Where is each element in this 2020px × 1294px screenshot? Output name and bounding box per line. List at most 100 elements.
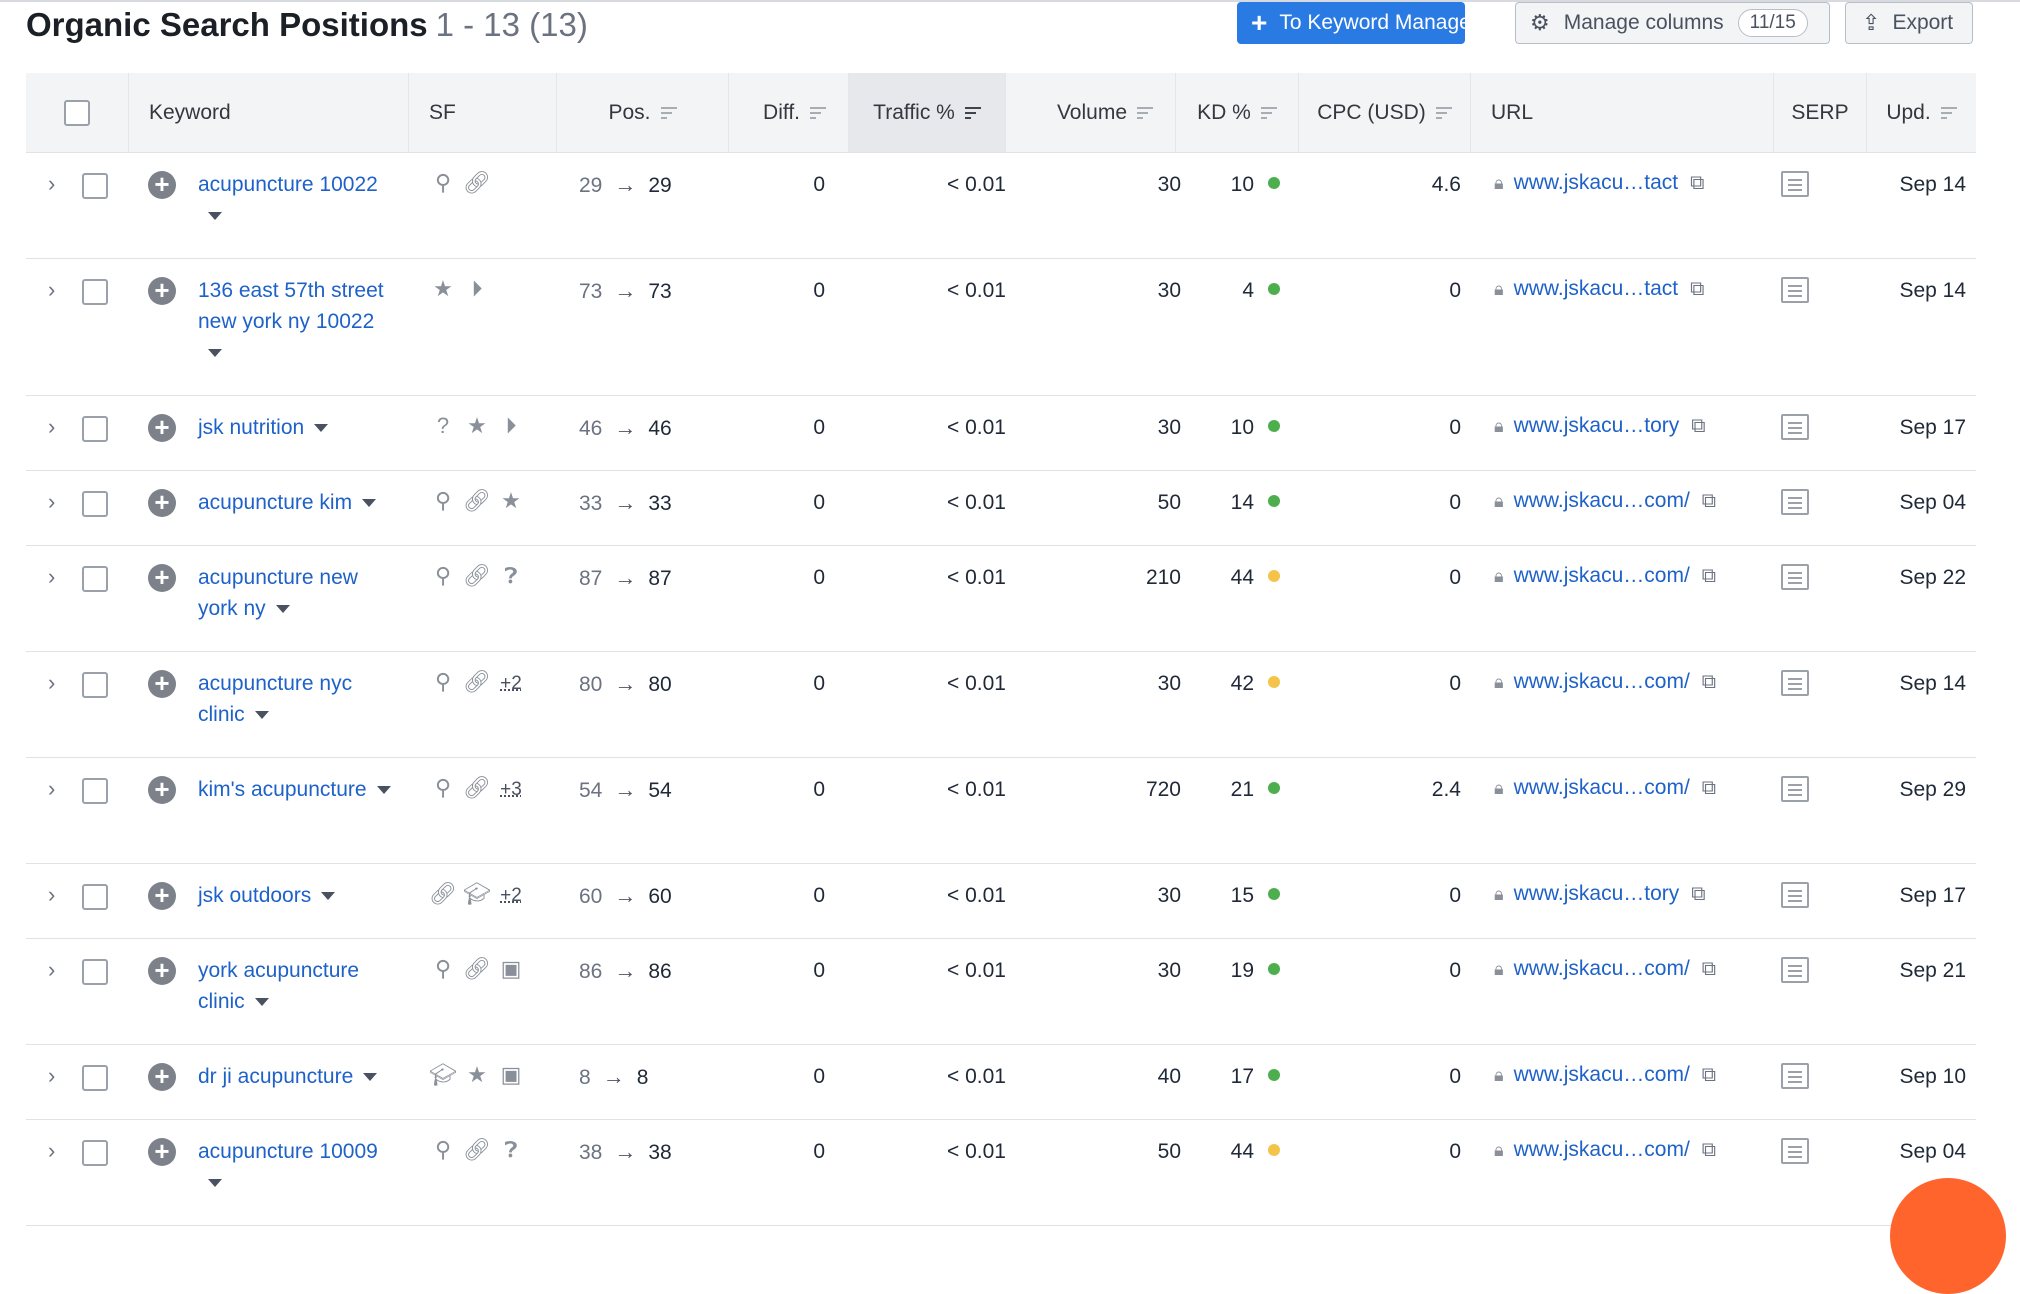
- keyword-link[interactable]: york acupuncture clinic: [198, 955, 398, 1017]
- serp-snapshot-icon[interactable]: [1781, 489, 1809, 515]
- row-checkbox[interactable]: [82, 173, 108, 199]
- serp-snapshot-icon[interactable]: [1781, 171, 1809, 197]
- external-link-icon[interactable]: ⧉: [1702, 1139, 1716, 1161]
- add-to-list-icon[interactable]: +: [148, 776, 176, 804]
- serp-snapshot-icon[interactable]: [1781, 277, 1809, 303]
- expand-row-icon[interactable]: ›: [48, 168, 55, 199]
- to-keyword-manager-button[interactable]: + To Keyword Manager: [1237, 2, 1478, 44]
- col-keyword[interactable]: Keyword: [129, 73, 409, 152]
- sf-more-link[interactable]: +2: [494, 880, 528, 911]
- external-link-icon[interactable]: ⧉: [1691, 415, 1705, 437]
- external-link-icon[interactable]: ⧉: [1690, 172, 1704, 194]
- external-link-icon[interactable]: ⧉: [1702, 958, 1716, 980]
- chevron-down-icon[interactable]: [208, 349, 222, 358]
- add-to-list-icon[interactable]: +: [148, 670, 176, 698]
- expand-row-icon[interactable]: ›: [48, 411, 55, 442]
- url-link[interactable]: 🔒︎ www.jskacu…com/ ⧉: [1494, 1059, 1716, 1091]
- export-button[interactable]: ⇪ Export: [1845, 2, 1973, 44]
- url-link[interactable]: 🔒︎ www.jskacu…com/ ⧉: [1494, 485, 1716, 517]
- col-traffic[interactable]: Traffic %: [849, 73, 1006, 152]
- chat-launcher-button[interactable]: [1890, 1178, 2006, 1294]
- chevron-down-icon[interactable]: [208, 212, 222, 221]
- expand-row-icon[interactable]: ›: [48, 274, 55, 305]
- external-link-icon[interactable]: ⧉: [1702, 777, 1716, 799]
- add-to-list-icon[interactable]: +: [148, 1063, 176, 1091]
- row-checkbox[interactable]: [82, 884, 108, 910]
- url-link[interactable]: 🔒︎ www.jskacu…com/ ⧉: [1494, 1134, 1716, 1166]
- col-diff[interactable]: Diff.: [729, 73, 849, 152]
- serp-snapshot-icon[interactable]: [1781, 414, 1809, 440]
- external-link-icon[interactable]: ⧉: [1702, 1064, 1716, 1086]
- manage-columns-button[interactable]: ⚙ Manage columns 11/15: [1515, 2, 1830, 44]
- serp-snapshot-icon[interactable]: [1781, 957, 1809, 983]
- serp-snapshot-icon[interactable]: [1781, 1138, 1809, 1164]
- url-link[interactable]: 🔒︎ www.jskacu…tact ⧉: [1494, 167, 1704, 199]
- add-to-list-icon[interactable]: +: [148, 277, 176, 305]
- add-to-list-icon[interactable]: +: [148, 1138, 176, 1166]
- keyword-link[interactable]: acupuncture new york ny: [198, 562, 398, 624]
- external-link-icon[interactable]: ⧉: [1691, 883, 1705, 905]
- chevron-down-icon[interactable]: [254, 711, 269, 720]
- chevron-down-icon[interactable]: [254, 998, 269, 1007]
- url-link[interactable]: 🔒︎ www.jskacu…com/ ⧉: [1494, 666, 1716, 698]
- url-link[interactable]: 🔒︎ www.jskacu…com/ ⧉: [1494, 772, 1716, 804]
- chevron-down-icon[interactable]: [275, 605, 290, 614]
- chevron-down-icon[interactable]: [314, 424, 329, 433]
- serp-snapshot-icon[interactable]: [1781, 776, 1809, 802]
- chevron-down-icon[interactable]: [362, 499, 377, 508]
- row-checkbox[interactable]: [82, 959, 108, 985]
- chevron-down-icon[interactable]: [363, 1073, 378, 1082]
- expand-row-icon[interactable]: ›: [48, 561, 55, 592]
- sf-more-link[interactable]: +3: [494, 774, 528, 805]
- chevron-down-icon[interactable]: [208, 1179, 222, 1188]
- external-link-icon[interactable]: ⧉: [1702, 671, 1716, 693]
- external-link-icon[interactable]: ⧉: [1690, 278, 1704, 300]
- keyword-link[interactable]: dr ji acupuncture: [198, 1061, 398, 1092]
- serp-snapshot-icon[interactable]: [1781, 1063, 1809, 1089]
- col-upd[interactable]: Upd.: [1867, 73, 1976, 152]
- keyword-link[interactable]: acupuncture 10022: [198, 169, 398, 231]
- row-checkbox[interactable]: [82, 416, 108, 442]
- chevron-down-icon[interactable]: [376, 786, 391, 795]
- col-cpc[interactable]: CPC (USD): [1299, 73, 1471, 152]
- url-link[interactable]: 🔒︎ www.jskacu…com/ ⧉: [1494, 953, 1716, 985]
- col-pos[interactable]: Pos.: [557, 73, 729, 152]
- add-to-list-icon[interactable]: +: [148, 414, 176, 442]
- url-link[interactable]: 🔒︎ www.jskacu…tory ⧉: [1494, 410, 1706, 442]
- row-checkbox[interactable]: [82, 778, 108, 804]
- add-to-list-icon[interactable]: +: [148, 957, 176, 985]
- url-link[interactable]: 🔒︎ www.jskacu…tact ⧉: [1494, 273, 1704, 305]
- row-checkbox[interactable]: [82, 566, 108, 592]
- add-to-list-icon[interactable]: +: [148, 171, 176, 199]
- url-link[interactable]: 🔒︎ www.jskacu…tory ⧉: [1494, 878, 1706, 910]
- expand-row-icon[interactable]: ›: [48, 954, 55, 985]
- keyword-link[interactable]: 136 east 57th street new york ny 10022: [198, 275, 398, 368]
- expand-row-icon[interactable]: ›: [48, 879, 55, 910]
- keyword-link[interactable]: jsk outdoors: [198, 880, 398, 911]
- expand-row-icon[interactable]: ›: [48, 667, 55, 698]
- expand-row-icon[interactable]: ›: [48, 1060, 55, 1091]
- col-serp[interactable]: SERP: [1774, 73, 1867, 152]
- url-link[interactable]: 🔒︎ www.jskacu…com/ ⧉: [1494, 560, 1716, 592]
- external-link-icon[interactable]: ⧉: [1702, 565, 1716, 587]
- expand-row-icon[interactable]: ›: [48, 486, 55, 517]
- serp-snapshot-icon[interactable]: [1781, 670, 1809, 696]
- keyword-link[interactable]: jsk nutrition: [198, 412, 398, 443]
- col-url[interactable]: URL: [1471, 73, 1774, 152]
- external-link-icon[interactable]: ⧉: [1702, 490, 1716, 512]
- row-checkbox[interactable]: [82, 491, 108, 517]
- col-volume[interactable]: Volume: [1006, 73, 1176, 152]
- keyword-link[interactable]: acupuncture nyc clinic: [198, 668, 398, 730]
- col-kd[interactable]: KD %: [1176, 73, 1299, 152]
- keyword-link[interactable]: kim's acupuncture: [198, 774, 398, 805]
- add-to-list-icon[interactable]: +: [148, 564, 176, 592]
- add-to-list-icon[interactable]: +: [148, 882, 176, 910]
- chevron-down-icon[interactable]: [321, 892, 336, 901]
- row-checkbox[interactable]: [82, 1065, 108, 1091]
- row-checkbox[interactable]: [82, 1140, 108, 1166]
- row-checkbox[interactable]: [82, 279, 108, 305]
- serp-snapshot-icon[interactable]: [1781, 882, 1809, 908]
- sf-more-link[interactable]: +2: [494, 668, 528, 699]
- add-to-list-icon[interactable]: +: [148, 489, 176, 517]
- keyword-link[interactable]: acupuncture 10009: [198, 1136, 398, 1198]
